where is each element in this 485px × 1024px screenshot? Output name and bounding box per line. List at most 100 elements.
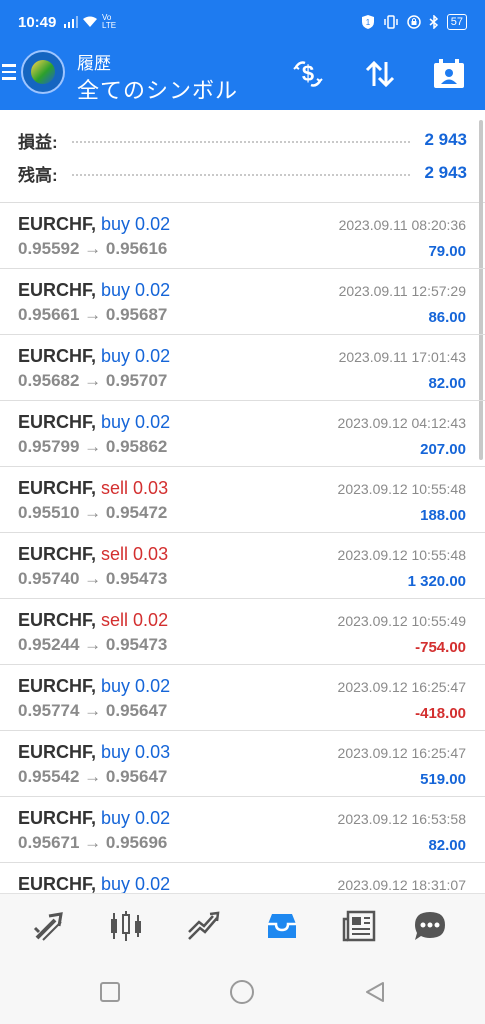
status-time: 10:49: [18, 14, 57, 31]
trade-prices: 0.95244 → 0.95473: [18, 635, 168, 654]
trade-side: buy 0.02: [101, 280, 171, 300]
news-icon[interactable]: [340, 906, 380, 946]
trade-prices: 0.95661 → 0.95687: [18, 305, 168, 324]
trade-side: buy 0.02: [101, 676, 171, 696]
calendar-icon[interactable]: [431, 58, 467, 90]
summary-panel: 損益: 2 943 残高: 2 943: [0, 110, 485, 203]
balance-value: 2 943: [424, 163, 467, 182]
profit-label: 損益:: [18, 132, 58, 152]
trade-row[interactable]: EURCHF, sell 0.03 0.95510 → 0.95472 2023…: [0, 467, 485, 533]
back-icon[interactable]: [361, 978, 389, 1006]
trade-symbol: EURCHF,: [18, 346, 97, 366]
bottom-nav: [0, 893, 485, 960]
signal-icon: [64, 16, 78, 28]
svg-text:$: $: [302, 61, 314, 86]
trade-prices: 0.95671 → 0.95696: [18, 833, 168, 852]
dotted-leader: [71, 174, 411, 176]
app-root: 10:49 Vo LTE 1 57 履歴 全てのシンボル $ 損益: 2 943…: [0, 0, 485, 1024]
trade-time: 2023.09.11 12:57:29: [338, 283, 466, 299]
trade-side: buy 0.02: [101, 808, 171, 828]
trade-symbol: EURCHF,: [18, 214, 97, 234]
trade-side: sell 0.02: [101, 610, 169, 630]
trade-row[interactable]: EURCHF, buy 0.02 0.95799 → 0.95862 2023.…: [0, 401, 485, 467]
trade-prices: 0.95740 → 0.95473: [18, 569, 168, 588]
trade-time: 2023.09.12 10:55:48: [337, 547, 466, 563]
trade-row[interactable]: EURCHF, buy 0.02 0.95592 → 0.95616 2023.…: [0, 203, 485, 269]
trade-time: 2023.09.11 17:01:43: [338, 349, 466, 365]
vibrate-icon: [384, 15, 398, 29]
trade-profit: 82.00: [428, 837, 466, 854]
trade-symbol: EURCHF,: [18, 610, 97, 630]
network-type: Vo LTE: [102, 13, 117, 30]
trade-row[interactable]: EURCHF, sell 0.02 0.95244 → 0.95473 2023…: [0, 599, 485, 665]
trade-prices: 0.95799 → 0.95862: [18, 437, 168, 456]
trade-row[interactable]: EURCHF, sell 0.03 0.95740 → 0.95473 2023…: [0, 533, 485, 599]
trade-time: 2023.09.12 10:55:49: [337, 613, 466, 629]
trade-prices: 0.95510 → 0.95472: [18, 503, 168, 522]
dotted-leader: [71, 141, 411, 143]
home-icon[interactable]: [228, 978, 256, 1006]
trade-side: buy 0.02: [101, 214, 171, 234]
bluetooth-icon: [429, 15, 438, 29]
trade-symbol: EURCHF,: [18, 478, 97, 498]
profit-value: 2 943: [424, 130, 467, 149]
trade-row[interactable]: EURCHF, buy 0.02 0.95671 → 0.95696 2023.…: [0, 797, 485, 863]
trade-row[interactable]: EURCHF, buy 0.02 0.95774 → 0.95647 2023.…: [0, 665, 485, 731]
trade-row[interactable]: EURCHF, buy 0.02 0.95661 → 0.95687 2023.…: [0, 269, 485, 335]
sort-icon[interactable]: [362, 58, 398, 90]
battery-icon: 57: [446, 14, 467, 30]
trade-time: 2023.09.12 10:55:48: [337, 481, 466, 497]
lock-icon: [407, 15, 421, 29]
trade-side: sell 0.03: [101, 544, 169, 564]
trade-time: 2023.09.12 16:25:47: [337, 745, 466, 761]
trade-row[interactable]: EURCHF, buy 0.02 2023.09.12 18:31:07: [0, 863, 485, 893]
profit-row: 損益: 2 943: [18, 128, 467, 152]
trade-icon[interactable]: [184, 906, 224, 946]
system-nav-bar: [0, 960, 485, 1024]
messages-icon[interactable]: [410, 906, 450, 946]
trade-row[interactable]: EURCHF, buy 0.02 0.95682 → 0.95707 2023.…: [0, 335, 485, 401]
trade-symbol: EURCHF,: [18, 742, 97, 762]
trade-time: 2023.09.12 16:25:47: [337, 679, 466, 695]
trade-side: buy 0.02: [101, 874, 171, 893]
menu-icon[interactable]: [2, 64, 16, 82]
wifi-icon: [83, 16, 97, 27]
balance-row: 残高: 2 943: [18, 161, 467, 185]
trade-side: buy 0.02: [101, 412, 171, 432]
status-right: 1 57: [361, 14, 467, 30]
dollar-swap-icon[interactable]: $: [290, 58, 326, 90]
trade-profit: 519.00: [420, 771, 466, 788]
trade-symbol: EURCHF,: [18, 544, 97, 564]
trade-time: 2023.09.11 08:20:36: [338, 217, 466, 233]
trade-side: buy 0.03: [101, 742, 171, 762]
trade-time: 2023.09.12 18:31:07: [337, 877, 466, 893]
trade-symbol: EURCHF,: [18, 412, 97, 432]
app-logo: [21, 50, 65, 94]
trade-symbol: EURCHF,: [18, 874, 97, 893]
trade-profit: 188.00: [420, 507, 466, 524]
trade-symbol: EURCHF,: [18, 280, 97, 300]
quotes-icon[interactable]: [30, 906, 70, 946]
trade-time: 2023.09.12 04:12:43: [337, 415, 466, 431]
trade-prices: 0.95682 → 0.95707: [18, 371, 168, 390]
trade-prices: 0.95542 → 0.95647: [18, 767, 168, 786]
trade-prices: 0.95592 → 0.95616: [18, 239, 168, 258]
page-title[interactable]: 全てのシンボル: [77, 73, 238, 105]
svg-text:1: 1: [366, 18, 371, 27]
chart-icon[interactable]: [106, 906, 146, 946]
status-bar: 10:49 Vo LTE 1 57: [0, 0, 485, 44]
trade-profit: 86.00: [428, 309, 466, 326]
trade-profit: 82.00: [428, 375, 466, 392]
trade-profit: 207.00: [420, 441, 466, 458]
trade-profit: 79.00: [428, 243, 466, 260]
trade-row[interactable]: EURCHF, buy 0.03 0.95542 → 0.95647 2023.…: [0, 731, 485, 797]
trade-profit: -418.00: [415, 705, 466, 722]
trade-symbol: EURCHF,: [18, 676, 97, 696]
history-icon[interactable]: [262, 906, 302, 946]
trade-symbol: EURCHF,: [18, 808, 97, 828]
recents-icon[interactable]: [96, 978, 124, 1006]
trade-profit: 1 320.00: [407, 573, 466, 590]
app-header: 10:49 Vo LTE 1 57 履歴 全てのシンボル $: [0, 0, 485, 110]
trade-time: 2023.09.12 16:53:58: [337, 811, 466, 827]
trade-profit: -754.00: [415, 639, 466, 656]
